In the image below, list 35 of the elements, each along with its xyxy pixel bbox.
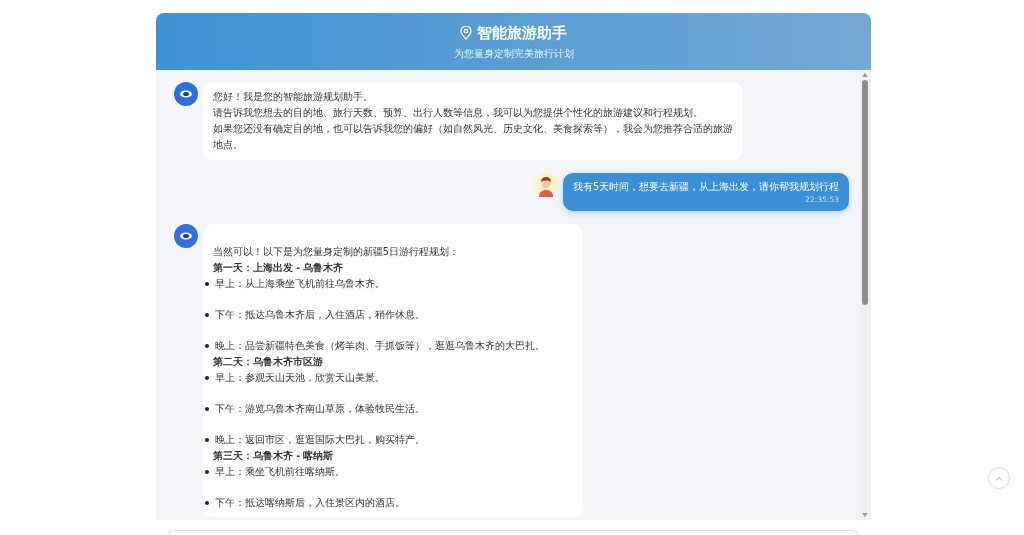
bot-avatar-icon: [174, 224, 198, 248]
bullet-icon: [204, 313, 209, 317]
itinerary-item: 晚上：品尝新疆特色美食（烤羊肉、手抓饭等），逛逛乌鲁木齐的大巴扎。: [214, 339, 545, 353]
app-subtitle: 为您量身定制完美旅行计划: [453, 47, 574, 62]
message-text: 您好！我是您的智能旅游规划助手。: [212, 90, 374, 104]
app-title: 智能旅游助手: [476, 22, 567, 44]
scrollbar[interactable]: [859, 70, 871, 520]
scroll-up-arrow-icon[interactable]: [861, 72, 869, 79]
bullet-icon: [204, 470, 209, 474]
scroll-down-arrow-icon[interactable]: [861, 511, 869, 518]
user-avatar-icon: [534, 173, 559, 197]
message-text: 请告诉我您想去的目的地、旅行天数、预算、出行人数等信息，我可以为您提供个性化的旅游建议和行程规划。: [212, 106, 704, 120]
scroll-to-top-button[interactable]: [988, 467, 1010, 489]
itinerary-item: 下午：抵达喀纳斯后，入住景区内的酒店。: [214, 496, 405, 510]
message-text: 当然可以！以下是为您量身定制的新疆5日游行程规划：: [212, 245, 460, 259]
location-pin-icon: [460, 25, 473, 40]
bullet-icon: [204, 407, 209, 411]
bullet-icon: [204, 501, 209, 505]
itinerary-item: 晚上：返回市区，逛逛国际大巴扎，购买特产。: [214, 433, 425, 447]
day-heading: 第三天：乌鲁木齐 - 喀纳斯: [212, 449, 335, 463]
itinerary-item: 早上：从上海乘坐飞机前往乌鲁木齐。: [214, 277, 385, 291]
day-heading: 第一天：上海出发 - 乌鲁木齐: [212, 261, 345, 275]
bullet-icon: [204, 438, 209, 442]
message-text: 如果您还没有确定目的地，也可以告诉我您的偏好（如自然风光、历史文化、美食探索等），我会为您推荐合适的旅游地点。: [212, 122, 733, 152]
bullet-icon: [204, 282, 209, 286]
bullet-icon: [204, 376, 209, 380]
day-heading: 第二天：乌鲁木齐市区游: [212, 355, 324, 369]
itinerary-item: 下午：游览乌鲁木齐南山草原，体验牧民生活。: [214, 402, 425, 416]
bot-avatar-icon: [174, 82, 198, 106]
itinerary-item: 早上：乘坐飞机前往喀纳斯。: [214, 465, 345, 479]
bullet-icon: [204, 344, 209, 348]
message-text: 我有5天时间，想要去新疆，从上海出发，请你帮我规划行程: [572, 180, 839, 194]
chevron-up-icon: [995, 475, 1003, 481]
itinerary-item: 下午：抵达乌鲁木齐后，入住酒店，稍作休息。: [214, 308, 425, 322]
itinerary-item: 早上：参观天山天池，欣赏天山美景。: [214, 371, 385, 385]
